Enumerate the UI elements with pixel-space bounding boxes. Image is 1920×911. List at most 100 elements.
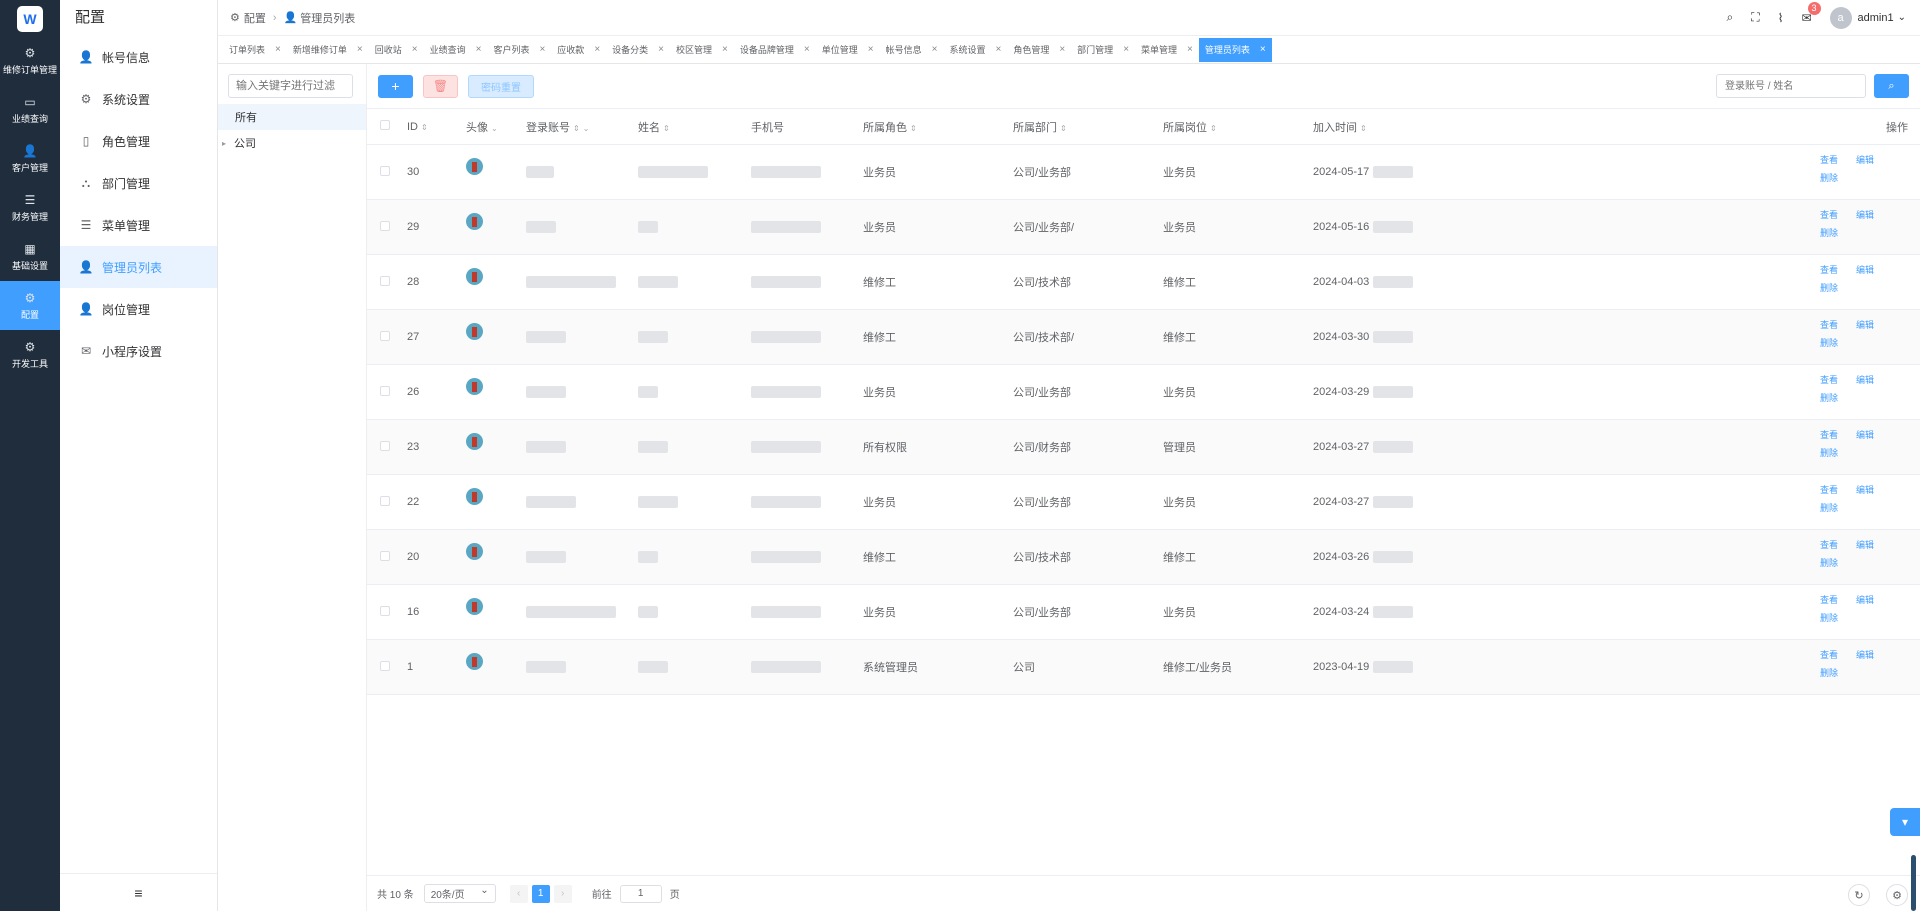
view-link[interactable]: 查看 xyxy=(1820,263,1856,276)
close-icon[interactable]: × xyxy=(868,44,874,55)
view-link[interactable]: 查看 xyxy=(1820,593,1856,606)
tab-5[interactable]: 客户列表 × xyxy=(487,38,551,62)
delete-link[interactable]: 删除 xyxy=(1820,226,1856,239)
tree-node-company[interactable]: ▸ 公司 xyxy=(218,130,366,156)
rail-item-5[interactable]: ▦ 基础设置 xyxy=(0,232,60,281)
view-link[interactable]: 查看 xyxy=(1820,538,1856,551)
collapse-menu-icon[interactable]: ≡ xyxy=(60,873,217,911)
edit-link[interactable]: 编辑 xyxy=(1856,593,1892,606)
tab-1[interactable]: 订单列表 × xyxy=(223,38,287,62)
edit-link[interactable]: 编辑 xyxy=(1856,153,1892,166)
view-link[interactable]: 查看 xyxy=(1820,428,1856,441)
row-checkbox[interactable] xyxy=(380,330,390,341)
app-logo[interactable]: W xyxy=(17,6,43,32)
edit-link[interactable]: 编辑 xyxy=(1856,538,1892,551)
close-icon[interactable]: × xyxy=(476,44,482,55)
sidebar-item-7[interactable]: 👤 岗位管理 xyxy=(60,288,217,330)
edit-link[interactable]: 编辑 xyxy=(1856,483,1892,496)
sort-icon[interactable]: ⇕ xyxy=(421,123,428,132)
delete-link[interactable]: 删除 xyxy=(1820,556,1856,569)
rail-item-2[interactable]: ▭ 业绩查询 xyxy=(0,85,60,134)
delete-link[interactable]: 删除 xyxy=(1820,281,1856,294)
chevron-down-icon[interactable]: ⌄ xyxy=(1898,12,1906,23)
delete-link[interactable]: 删除 xyxy=(1820,611,1856,624)
tab-15[interactable]: 菜单管理 × xyxy=(1135,38,1199,62)
tab-12[interactable]: 系统设置 × xyxy=(943,38,1007,62)
edit-link[interactable]: 编辑 xyxy=(1856,208,1892,221)
close-icon[interactable]: × xyxy=(804,44,810,55)
tab-3[interactable]: 回收站 × xyxy=(369,38,424,62)
close-icon[interactable]: × xyxy=(1260,44,1266,55)
scroll-indicator[interactable] xyxy=(1911,855,1916,911)
sidebar-item-3[interactable]: ▯ 角色管理 xyxy=(60,120,217,162)
tree-node-all[interactable]: 所有 xyxy=(218,104,366,130)
tab-8[interactable]: 校区管理 × xyxy=(670,38,734,62)
sort-icon[interactable]: ⇕ xyxy=(663,124,670,133)
page-size-select[interactable]: 20条/页 xyxy=(423,884,496,903)
row-checkbox[interactable] xyxy=(380,495,390,506)
sidebar-item-1[interactable]: 👤 帐号信息 xyxy=(60,36,217,78)
rail-item-1[interactable]: ⚙ 维修订单管理 xyxy=(0,36,60,85)
edit-link[interactable]: 编辑 xyxy=(1856,318,1892,331)
tab-14[interactable]: 部门管理 × xyxy=(1071,38,1135,62)
close-icon[interactable]: × xyxy=(412,44,418,55)
rail-item-6[interactable]: ⚙ 配置 xyxy=(0,281,60,330)
close-icon[interactable]: × xyxy=(1123,44,1129,55)
sort-icon[interactable]: ⇕ xyxy=(1060,124,1067,133)
settings-icon[interactable]: ⚙ xyxy=(1886,884,1908,906)
delete-link[interactable]: 删除 xyxy=(1820,446,1856,459)
fullscreen-icon[interactable]: ⛶ xyxy=(1751,10,1759,25)
reset-password-button[interactable]: 密码重置 xyxy=(468,74,534,98)
tab-4[interactable]: 业绩查询 × xyxy=(424,38,488,62)
tab-10[interactable]: 单位管理 × xyxy=(816,38,880,62)
sort-icon[interactable]: ⇕ xyxy=(910,124,917,133)
rail-item-3[interactable]: 👤 客户管理 xyxy=(0,134,60,183)
sidebar-item-8[interactable]: ✉ 小程序设置 xyxy=(60,330,217,372)
edit-link[interactable]: 编辑 xyxy=(1856,648,1892,661)
message-icon[interactable]: ✉ 3 xyxy=(1801,1,1821,25)
tab-6[interactable]: 应收款 × xyxy=(551,38,606,62)
close-icon[interactable]: × xyxy=(594,44,600,55)
select-all-checkbox[interactable] xyxy=(380,120,390,130)
edit-link[interactable]: 编辑 xyxy=(1856,428,1892,441)
delete-link[interactable]: 删除 xyxy=(1820,171,1856,184)
search-icon[interactable]: ⌕ xyxy=(1726,10,1733,25)
tab-16[interactable]: 管理员列表 × xyxy=(1198,37,1272,62)
search-input[interactable] xyxy=(1716,74,1866,98)
delete-link[interactable]: 删除 xyxy=(1820,666,1856,679)
close-icon[interactable]: × xyxy=(1187,44,1193,55)
sidebar-item-6[interactable]: 👤 管理员列表 xyxy=(60,246,217,288)
close-icon[interactable]: × xyxy=(539,44,545,55)
rail-item-7[interactable]: ⚙ 开发工具 xyxy=(0,330,60,379)
view-link[interactable]: 查看 xyxy=(1820,153,1856,166)
avatar[interactable]: a xyxy=(1829,6,1852,29)
chevron-down-icon[interactable]: ⌄ xyxy=(491,124,498,133)
tab-9[interactable]: 设备品牌管理 × xyxy=(734,38,816,62)
page-number[interactable]: 1 xyxy=(531,884,550,903)
tree-filter-input[interactable] xyxy=(228,74,353,98)
goto-page-input[interactable] xyxy=(619,884,662,903)
row-checkbox[interactable] xyxy=(380,275,390,286)
close-icon[interactable]: × xyxy=(1059,44,1065,55)
view-link[interactable]: 查看 xyxy=(1820,648,1856,661)
sort-icon[interactable]: ⇕ xyxy=(1360,124,1367,133)
close-icon[interactable]: × xyxy=(932,44,938,55)
tab-11[interactable]: 帐号信息 × xyxy=(880,38,944,62)
search-button[interactable]: ⌕ xyxy=(1874,74,1909,98)
delete-link[interactable]: 删除 xyxy=(1820,501,1856,514)
tab-7[interactable]: 设备分类 × xyxy=(606,38,670,62)
view-link[interactable]: 查看 xyxy=(1820,318,1856,331)
refresh-icon[interactable]: ↻ xyxy=(1848,884,1870,906)
edit-link[interactable]: 编辑 xyxy=(1856,373,1892,386)
sidebar-item-4[interactable]: ⛬ 部门管理 xyxy=(60,162,217,204)
row-checkbox[interactable] xyxy=(380,220,390,231)
sort-icon[interactable]: ⇕ xyxy=(573,124,580,133)
tab-13[interactable]: 角色管理 × xyxy=(1007,38,1071,62)
view-link[interactable]: 查看 xyxy=(1820,208,1856,221)
edit-link[interactable]: 编辑 xyxy=(1856,263,1892,276)
username[interactable]: admin1 xyxy=(1858,12,1894,24)
next-page-icon[interactable]: › xyxy=(553,884,572,903)
view-link[interactable]: 查看 xyxy=(1820,483,1856,496)
delete-link[interactable]: 删除 xyxy=(1820,336,1856,349)
row-checkbox[interactable] xyxy=(380,165,390,176)
